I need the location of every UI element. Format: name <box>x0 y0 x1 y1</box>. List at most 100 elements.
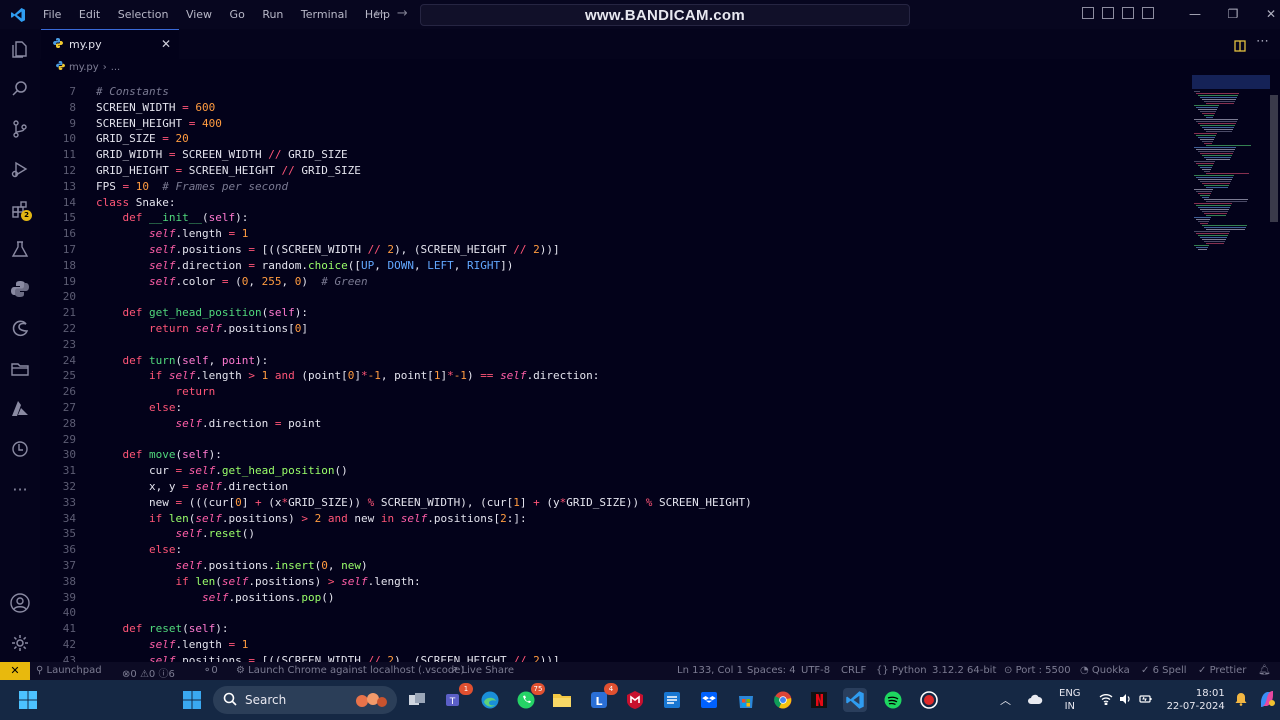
toggle-panel-icon[interactable] <box>1102 7 1114 19</box>
command-center-search[interactable]: www.BANDICAM.com <box>420 4 910 26</box>
netflix-icon[interactable] <box>807 688 831 712</box>
python-icon[interactable] <box>8 277 32 301</box>
vertical-scrollbar[interactable] <box>1270 95 1278 222</box>
live-share-item[interactable]: ↗ Live Share <box>450 665 514 676</box>
more-views-icon[interactable]: ··· <box>8 477 32 501</box>
language-mode[interactable]: {} Python <box>876 665 927 676</box>
arrow-forward-icon[interactable]: → <box>397 6 408 21</box>
code-line[interactable]: 7 # Constants <box>40 84 1190 100</box>
dropbox-icon[interactable] <box>697 688 721 712</box>
edge-browser-icon[interactable] <box>478 688 502 712</box>
code-line[interactable]: 14 class Snake: <box>40 195 1190 211</box>
bandicam-record-icon[interactable] <box>917 688 941 712</box>
encoding[interactable]: UTF-8 <box>801 665 830 676</box>
code-line[interactable]: 9 SCREEN_HEIGHT = 400 <box>40 116 1190 132</box>
spell-item[interactable]: ✓ 6 Spell <box>1141 665 1187 676</box>
wifi-icon[interactable] <box>1099 693 1113 708</box>
chrome-icon[interactable] <box>771 688 795 712</box>
code-line[interactable]: 15 def __init__(self): <box>40 210 1190 226</box>
menu-view[interactable]: View <box>186 8 212 21</box>
code-line[interactable]: 25 if self.length > 1 and (point[0]*-1, … <box>40 368 1190 384</box>
clock[interactable]: 18:01 22-07-2024 <box>1167 687 1225 713</box>
teams-icon[interactable]: T 1 <box>442 683 473 712</box>
testing-flask-icon[interactable] <box>8 237 32 261</box>
weather-cloud-icon[interactable] <box>1027 693 1043 708</box>
close-window-icon[interactable]: ✕ <box>1252 3 1280 25</box>
code-line[interactable]: 22 return self.positions[0] <box>40 321 1190 337</box>
code-line[interactable]: 11 GRID_WIDTH = SCREEN_WIDTH // GRID_SIZE <box>40 147 1190 163</box>
language-indicator[interactable]: ENG IN <box>1059 687 1081 713</box>
vscode-taskbar-icon[interactable] <box>843 688 867 712</box>
code-line[interactable]: 16 self.length = 1 <box>40 226 1190 242</box>
azure-icon[interactable] <box>8 397 32 421</box>
minimize-icon[interactable]: — <box>1176 3 1214 25</box>
source-control-icon[interactable] <box>8 117 32 141</box>
python-interpreter[interactable]: 3.12.2 64-bit <box>932 665 996 676</box>
code-line[interactable]: 24 def turn(self, point): <box>40 353 1190 369</box>
indentation[interactable]: Spaces: 4 <box>747 665 796 676</box>
cursor-position[interactable]: Ln 133, Col 1 <box>677 665 743 676</box>
code-line[interactable]: 29 <box>40 432 1190 448</box>
menu-go[interactable]: Go <box>230 8 245 21</box>
code-line[interactable]: 17 self.positions = [((SCREEN_WIDTH // 2… <box>40 242 1190 258</box>
code-line[interactable]: 32 x, y = self.direction <box>40 479 1190 495</box>
code-line[interactable]: 38 if len(self.positions) > self.length: <box>40 574 1190 590</box>
menu-run[interactable]: Run <box>262 8 283 21</box>
task-view-icon[interactable] <box>405 688 429 712</box>
code-line[interactable]: 39 self.positions.pop() <box>40 590 1190 606</box>
learning-app-icon[interactable]: L 4 <box>587 683 618 712</box>
mcafee-icon[interactable] <box>623 688 647 712</box>
explorer-icon[interactable] <box>8 37 32 61</box>
customize-layout-icon[interactable] <box>1142 7 1154 19</box>
menu-terminal[interactable]: Terminal <box>301 8 348 21</box>
code-line[interactable]: 21 def get_head_position(self): <box>40 305 1190 321</box>
line-ending[interactable]: CRLF <box>841 665 866 676</box>
ports-item[interactable]: ⚬0 <box>203 665 218 676</box>
launch-chrome-item[interactable]: ⚙ Launch Chrome against localhost (.vsco… <box>236 665 464 676</box>
notifications-bell-icon[interactable]: 🔔︎ <box>1258 665 1271 676</box>
search-icon[interactable] <box>8 77 32 101</box>
tray-overflow-chevron-icon[interactable]: ︿ <box>1000 692 1011 708</box>
launchpad-item[interactable]: ⚲ Launchpad <box>36 665 102 676</box>
code-line[interactable]: 27 else: <box>40 400 1190 416</box>
code-line[interactable]: 26 return <box>40 384 1190 400</box>
tab-my-py[interactable]: my.py ✕ <box>41 29 179 59</box>
code-line[interactable]: 28 self.direction = point <box>40 416 1190 432</box>
code-line[interactable]: 23 <box>40 337 1190 353</box>
taskbar-search-box[interactable]: Search <box>213 686 397 714</box>
code-line[interactable]: 43 self.positions = [((SCREEN_WIDTH // 2… <box>40 653 1190 662</box>
copilot-icon[interactable] <box>1257 689 1277 712</box>
whatsapp-icon[interactable]: 75 <box>514 683 545 712</box>
toggle-primary-sidebar-icon[interactable] <box>1082 7 1094 19</box>
more-actions-icon[interactable]: ⋯ <box>1256 34 1269 49</box>
menu-selection[interactable]: Selection <box>118 8 169 21</box>
windows-start-icon[interactable] <box>16 688 40 712</box>
code-editor[interactable]: 7 # Constants 8 SCREEN_WIDTH = 600 9 SCREEN_H… <box>40 82 1190 662</box>
code-line[interactable]: 41 def reset(self): <box>40 621 1190 637</box>
code-line[interactable]: 42 self.length = 1 <box>40 637 1190 653</box>
code-line[interactable]: 31 cur = self.get_head_position() <box>40 463 1190 479</box>
notification-bell-icon[interactable] <box>1235 692 1247 709</box>
tab-close-icon[interactable]: ✕ <box>161 37 171 51</box>
code-line[interactable]: 34 if len(self.positions) > 2 and new in… <box>40 511 1190 527</box>
prettier-item[interactable]: ✓ Prettier <box>1198 665 1246 676</box>
project-manager-icon[interactable] <box>8 357 32 381</box>
problems-item[interactable]: ⊗0 ⚠0 ⓘ6 <box>122 665 175 680</box>
code-line[interactable]: 18 self.direction = random.choice([UP, D… <box>40 258 1190 274</box>
news-app-icon[interactable] <box>660 688 684 712</box>
timeline-icon[interactable] <box>8 437 32 461</box>
code-line[interactable]: 37 self.positions.insert(0, new) <box>40 558 1190 574</box>
settings-gear-icon[interactable] <box>8 631 32 655</box>
file-explorer-icon[interactable] <box>550 688 574 712</box>
toggle-secondary-sidebar-icon[interactable] <box>1122 7 1134 19</box>
code-line[interactable]: 36 else: <box>40 542 1190 558</box>
battery-icon[interactable] <box>1138 693 1153 708</box>
minimap[interactable] <box>1192 75 1270 255</box>
accounts-icon[interactable] <box>8 591 32 615</box>
breadcrumb-file[interactable]: my.py <box>69 62 99 73</box>
live-server-port[interactable]: ⊙ Port : 5500 <box>1004 665 1071 676</box>
code-line[interactable]: 33 new = (((cur[0] + (x*GRID_SIZE)) % SC… <box>40 495 1190 511</box>
taskbar-start-icon[interactable] <box>180 688 204 712</box>
extensions-icon[interactable]: 2 <box>8 197 32 221</box>
breadcrumb-ellipsis[interactable]: ... <box>111 62 121 73</box>
